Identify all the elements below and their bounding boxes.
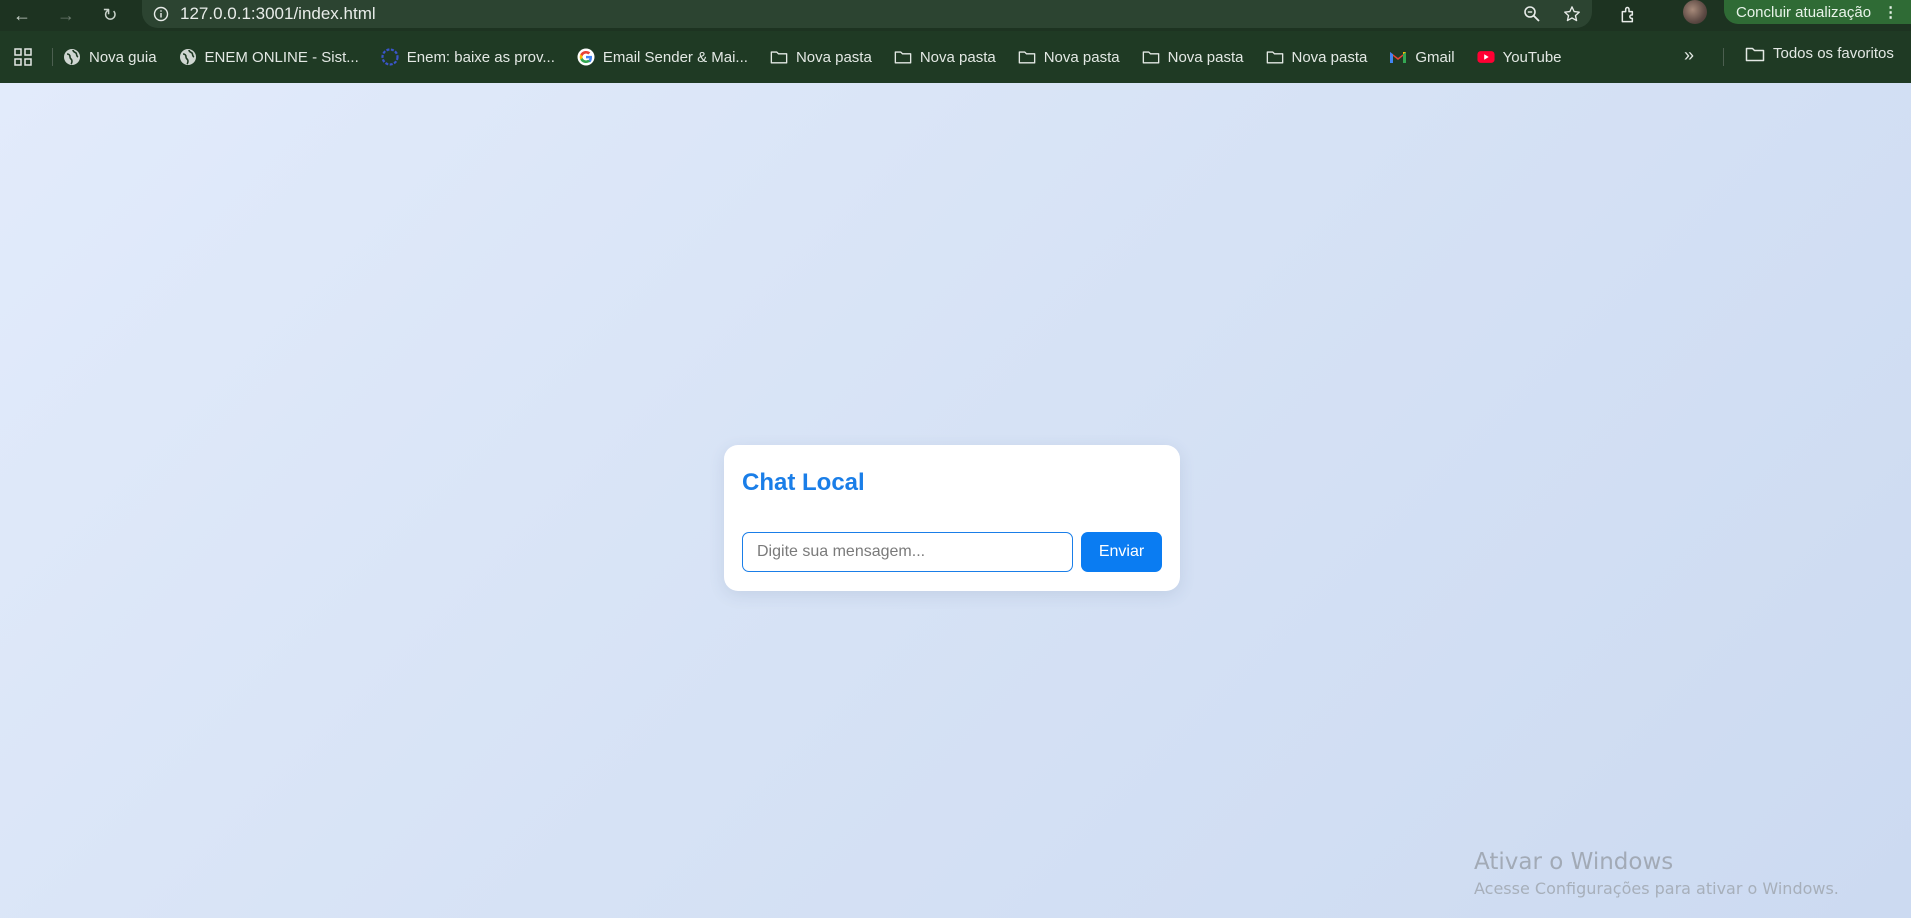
enem-icon [381, 48, 399, 66]
bookmark-star-icon[interactable] [1552, 5, 1592, 23]
bookmark-email-sender[interactable]: Email Sender & Mai... [577, 48, 748, 66]
site-info-icon[interactable] [142, 6, 180, 22]
bookmark-label: ENEM ONLINE - Sist... [204, 48, 359, 66]
bookmark-label: YouTube [1502, 48, 1562, 66]
windows-activation-watermark: Ativar o Windows Acesse Configurações pa… [1474, 849, 1839, 898]
folder-icon [1745, 46, 1765, 62]
bookmark-label: Email Sender & Mai... [602, 48, 748, 66]
all-bookmarks-button[interactable]: Todos os favoritos [1745, 45, 1894, 62]
zoom-icon[interactable] [1512, 5, 1552, 23]
extensions-icon[interactable] [1614, 2, 1644, 28]
globe-icon [63, 48, 81, 66]
back-arrow-icon: ← [13, 5, 31, 25]
bookmark-label: Nova guia [89, 48, 157, 66]
message-input[interactable] [742, 532, 1073, 572]
forward-button[interactable]: → [44, 0, 88, 31]
apps-grid-icon[interactable] [0, 48, 46, 66]
forward-arrow-icon: → [57, 5, 75, 25]
bookmark-folder[interactable]: Nova pasta [1018, 48, 1120, 66]
address-bar[interactable]: 127.0.0.1:3001/index.html [142, 0, 1592, 28]
bookmarks-overflow-icon[interactable]: » [1684, 45, 1694, 66]
bookmark-label: Nova pasta [919, 48, 996, 66]
back-button[interactable]: ← [0, 0, 44, 31]
url-text[interactable]: 127.0.0.1:3001/index.html [180, 4, 1512, 24]
all-bookmarks-label: Todos os favoritos [1773, 45, 1894, 62]
update-button[interactable]: Concluir atualização ⋮ [1724, 0, 1911, 24]
bookmarks-separator [52, 48, 53, 66]
bookmarks-bar: Nova guia ENEM ONLINE - Sist... Enem: ba… [0, 31, 1911, 83]
bookmark-folder[interactable]: Nova pasta [1142, 48, 1244, 66]
folder-icon [1266, 48, 1284, 66]
gmail-icon [1389, 48, 1407, 66]
reload-icon: ↻ [102, 5, 118, 25]
watermark-title: Ativar o Windows [1474, 849, 1674, 875]
bookmark-nova-guia[interactable]: Nova guia [63, 48, 157, 66]
chat-card: Chat Local Enviar [724, 445, 1180, 591]
send-button[interactable]: Enviar [1081, 532, 1162, 572]
globe-icon [179, 48, 197, 66]
browser-toolbar: ← → ↻ 127.0.0.1:3001/index.html Concluir… [0, 0, 1911, 31]
bookmark-gmail[interactable]: Gmail [1389, 48, 1455, 66]
bookmark-youtube[interactable]: YouTube [1477, 48, 1562, 66]
bookmark-enem-online[interactable]: ENEM ONLINE - Sist... [179, 48, 359, 66]
chat-title: Chat Local [742, 469, 865, 496]
google-icon [577, 48, 595, 66]
bookmarks-separator [1723, 48, 1724, 66]
page-viewport: Chat Local Enviar Ativar o Windows Acess… [0, 83, 1911, 918]
bookmark-label: Enem: baixe as prov... [406, 48, 555, 66]
bookmark-folder[interactable]: Nova pasta [894, 48, 996, 66]
folder-icon [1018, 48, 1036, 66]
watermark-subtitle: Acesse Configurações para ativar o Windo… [1474, 879, 1839, 898]
menu-kebab-icon[interactable]: ⋮ [1883, 3, 1898, 21]
bookmark-label: Nova pasta [1167, 48, 1244, 66]
reload-button[interactable]: ↻ [88, 0, 132, 31]
bookmark-label: Nova pasta [1291, 48, 1368, 66]
folder-icon [1142, 48, 1160, 66]
bookmark-label: Nova pasta [795, 48, 872, 66]
folder-icon [770, 48, 788, 66]
youtube-icon [1477, 48, 1495, 66]
bookmark-folder[interactable]: Nova pasta [1266, 48, 1368, 66]
bookmark-folder[interactable]: Nova pasta [770, 48, 872, 66]
bookmark-enem-baixe[interactable]: Enem: baixe as prov... [381, 48, 555, 66]
update-label: Concluir atualização [1736, 3, 1872, 21]
bookmark-label: Nova pasta [1043, 48, 1120, 66]
bookmark-label: Gmail [1415, 48, 1455, 66]
folder-icon [894, 48, 912, 66]
profile-avatar[interactable] [1683, 0, 1707, 24]
